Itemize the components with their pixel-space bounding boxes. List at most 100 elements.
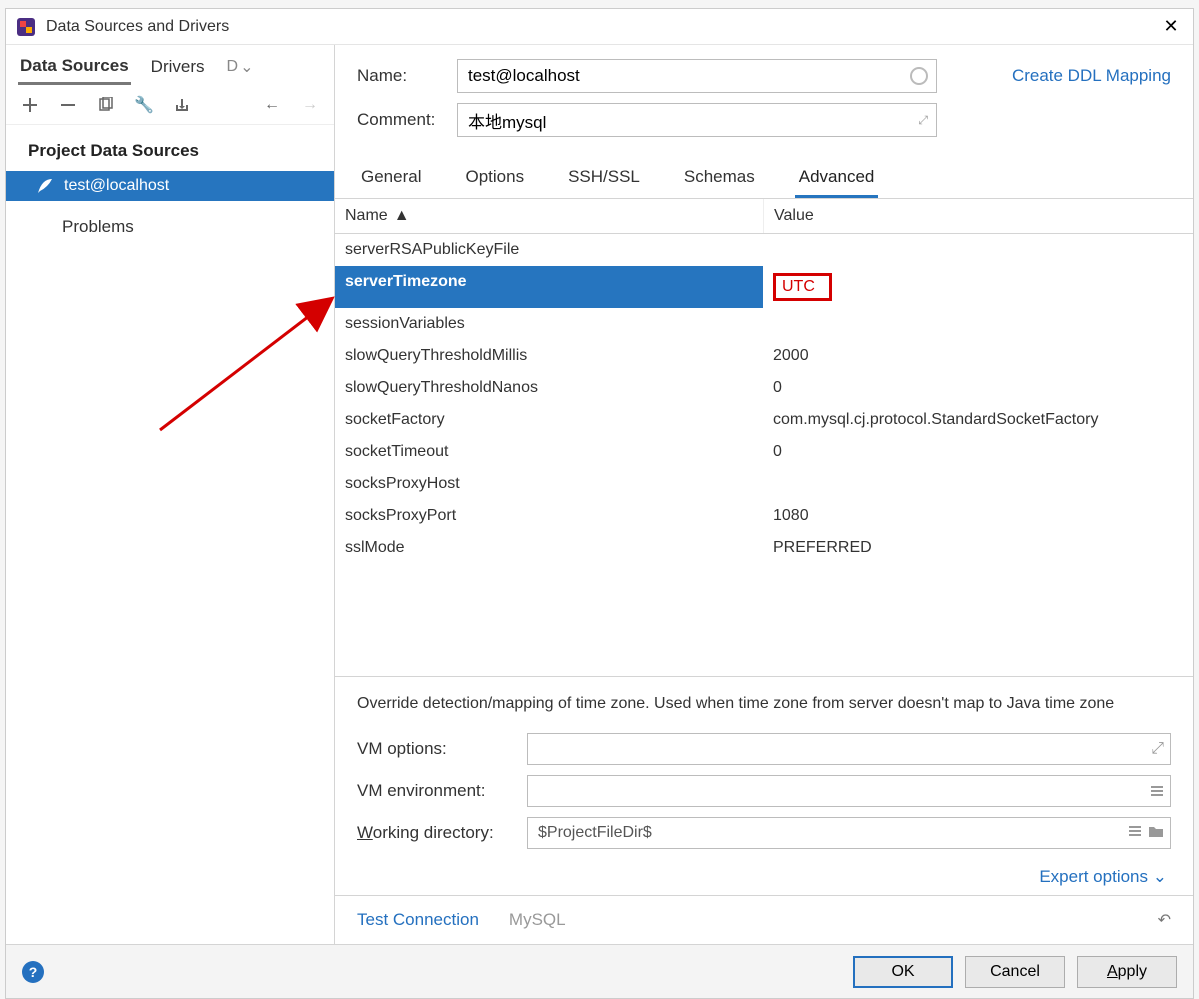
dialog: Data Sources and Drivers ✕ Data Sources …: [5, 8, 1194, 999]
datasource-item[interactable]: test@localhost: [6, 171, 334, 201]
tree-section-header: Project Data Sources: [6, 135, 334, 171]
property-name: sslMode: [335, 532, 763, 564]
property-value[interactable]: 2000: [763, 340, 1193, 372]
back-icon[interactable]: ←: [262, 95, 282, 115]
form-top: Name: test@localhost Create DDL Mapping …: [335, 45, 1193, 151]
dialog-footer: ? OK Cancel Apply: [6, 944, 1193, 998]
wrench-icon[interactable]: 🔧: [134, 95, 154, 115]
folder-icon[interactable]: [1148, 824, 1164, 843]
sort-asc-icon: ▲: [394, 207, 410, 225]
tab-ddl[interactable]: D⌄: [227, 57, 254, 77]
table-row[interactable]: socketFactorycom.mysql.cj.protocol.Stand…: [335, 404, 1193, 436]
property-value[interactable]: [763, 468, 1193, 500]
copy-icon[interactable]: [96, 95, 116, 115]
property-name: sessionVariables: [335, 308, 763, 340]
test-connection-link[interactable]: Test Connection: [357, 910, 479, 930]
working-dir-label: Working directory:: [357, 823, 527, 843]
title-bar: Data Sources and Drivers ✕: [6, 9, 1193, 45]
property-value[interactable]: com.mysql.cj.protocol.StandardSocketFact…: [763, 404, 1193, 436]
vm-section: VM options: ⤢ VM environment: Working di…: [335, 723, 1193, 863]
property-tabs: General Options SSH/SSL Schemas Advanced: [335, 151, 1193, 199]
tab-schemas[interactable]: Schemas: [680, 159, 759, 198]
vm-options-input[interactable]: ⤢: [527, 733, 1171, 765]
left-panel: Data Sources Drivers D⌄ 🔧 ← → Project Da…: [6, 45, 335, 944]
properties-table: Name▲ Value serverRSAPublicKeyFileserver…: [335, 199, 1193, 677]
right-panel: Name: test@localhost Create DDL Mapping …: [335, 45, 1193, 944]
left-toolbar: 🔧 ← →: [6, 85, 334, 125]
property-name: socksProxyHost: [335, 468, 763, 500]
remove-icon[interactable]: [58, 95, 78, 115]
problems-section[interactable]: Problems: [6, 201, 334, 243]
comment-label: Comment:: [357, 110, 457, 130]
property-name: slowQueryThresholdNanos: [335, 372, 763, 404]
table-row[interactable]: serverTimezoneUTC: [335, 266, 1193, 308]
table-row[interactable]: socksProxyHost: [335, 468, 1193, 500]
table-row[interactable]: slowQueryThresholdNanos0: [335, 372, 1193, 404]
col-value-header[interactable]: Value: [763, 199, 1193, 233]
property-name: serverTimezone: [335, 266, 763, 308]
property-name: socksProxyPort: [335, 500, 763, 532]
expert-options: Expert options ⌄: [335, 863, 1193, 895]
apply-button[interactable]: Apply: [1077, 956, 1177, 988]
table-body: serverRSAPublicKeyFileserverTimezoneUTCs…: [335, 234, 1193, 564]
chevron-down-icon: ⌄: [240, 57, 253, 77]
name-label: Name:: [357, 66, 457, 86]
ok-button[interactable]: OK: [853, 956, 953, 988]
datasource-label: test@localhost: [64, 177, 169, 195]
property-value[interactable]: 1080: [763, 500, 1193, 532]
property-name: slowQueryThresholdMillis: [335, 340, 763, 372]
expert-options-link[interactable]: Expert options ⌄: [1039, 867, 1167, 886]
close-icon[interactable]: ✕: [1157, 13, 1185, 41]
export-icon[interactable]: [172, 95, 192, 115]
expand-icon[interactable]: ⤢: [918, 113, 928, 128]
table-row[interactable]: socketTimeout0: [335, 436, 1193, 468]
expand-icon[interactable]: ⤢: [1151, 740, 1164, 758]
property-value[interactable]: [763, 308, 1193, 340]
table-header: Name▲ Value: [335, 199, 1193, 234]
property-value[interactable]: [763, 234, 1193, 266]
working-dir-input[interactable]: $ProjectFileDir$: [527, 817, 1171, 849]
tab-advanced[interactable]: Advanced: [795, 159, 879, 198]
undo-icon[interactable]: ↶: [1158, 910, 1171, 930]
create-ddl-mapping-link[interactable]: Create DDL Mapping: [1012, 66, 1171, 86]
property-name: socketFactory: [335, 404, 763, 436]
forward-icon[interactable]: →: [300, 95, 320, 115]
table-row[interactable]: sslModePREFERRED: [335, 532, 1193, 564]
dialog-body: Data Sources Drivers D⌄ 🔧 ← → Project Da…: [6, 45, 1193, 944]
cancel-button[interactable]: Cancel: [965, 956, 1065, 988]
app-icon: [14, 15, 38, 39]
vm-env-label: VM environment:: [357, 781, 527, 801]
col-name-header[interactable]: Name▲: [335, 199, 763, 233]
property-name: socketTimeout: [335, 436, 763, 468]
left-tabs: Data Sources Drivers D⌄: [6, 45, 334, 85]
property-value[interactable]: 0: [763, 436, 1193, 468]
help-icon[interactable]: ?: [22, 961, 44, 983]
window-title: Data Sources and Drivers: [46, 18, 229, 36]
table-row[interactable]: sessionVariables: [335, 308, 1193, 340]
tab-options[interactable]: Options: [461, 159, 528, 198]
property-name: serverRSAPublicKeyFile: [335, 234, 763, 266]
tab-general[interactable]: General: [357, 159, 425, 198]
property-description: Override detection/mapping of time zone.…: [335, 677, 1193, 723]
list-icon[interactable]: [1150, 784, 1164, 798]
table-row[interactable]: serverRSAPublicKeyFile: [335, 234, 1193, 266]
loading-icon: [910, 67, 928, 85]
datasource-tree: Project Data Sources test@localhost Prob…: [6, 125, 334, 253]
driver-label: MySQL: [509, 910, 566, 930]
tab-ssh-ssl[interactable]: SSH/SSL: [564, 159, 644, 198]
add-icon[interactable]: [20, 95, 40, 115]
tab-data-sources[interactable]: Data Sources: [18, 50, 131, 85]
table-row[interactable]: slowQueryThresholdMillis2000: [335, 340, 1193, 372]
table-row[interactable]: socksProxyPort1080: [335, 500, 1193, 532]
list-icon[interactable]: [1128, 824, 1142, 843]
vm-env-input[interactable]: [527, 775, 1171, 807]
property-value[interactable]: UTC: [763, 266, 1193, 308]
property-value[interactable]: 0: [763, 372, 1193, 404]
connection-footer: Test Connection MySQL ↶: [335, 895, 1193, 944]
property-value[interactable]: PREFERRED: [763, 532, 1193, 564]
name-input[interactable]: test@localhost: [457, 59, 937, 93]
vm-options-label: VM options:: [357, 739, 527, 759]
tab-drivers[interactable]: Drivers: [149, 51, 207, 83]
comment-input[interactable]: 本地mysql ⤢: [457, 103, 937, 137]
feather-icon: [36, 177, 54, 195]
